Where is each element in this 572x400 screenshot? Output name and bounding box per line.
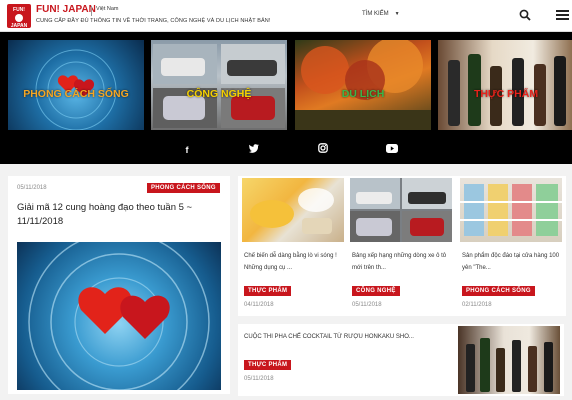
facebook-icon[interactable]: f [180,143,194,157]
article-title[interactable]: Giải mã 12 cung hoàng đạo theo tuần 5 ~ … [17,201,223,229]
language-selector[interactable]: Việt Nam [96,6,119,12]
zodiac-image [35,49,117,130]
category-badge[interactable]: THỰC PHẨM [244,360,292,370]
category-tile-technology[interactable]: CÔNG NGHỆ [151,40,287,130]
twitter-icon[interactable] [247,143,261,157]
divider [91,6,92,16]
category-badge[interactable]: CÔNG NGHỆ [352,286,400,296]
article-date: 05/11/2018 [352,302,382,308]
brand-name[interactable]: FUN! JAPAN [36,4,96,15]
site-logo[interactable]: FUN! JAPAN [7,4,31,29]
hamburger-menu-icon[interactable] [556,10,569,21]
category-label: CÔNG NGHỆ [186,88,252,100]
article-date: 05/11/2018 [17,185,47,191]
search-icon[interactable] [519,9,531,21]
search-dropdown[interactable]: TÌM KIẾM ▼ [362,11,400,17]
article-title[interactable]: Chế biến dễ dàng bằng lò vi sóng ! Những… [244,250,344,274]
article-image[interactable] [242,178,344,242]
article-card[interactable]: Chế biến dễ dàng bằng lò vi sóng ! Những… [238,176,348,316]
category-tile-lifestyle[interactable]: PHONG CÁCH SỐNG [8,40,144,130]
chevron-down-icon: ▼ [394,11,400,17]
instagram-icon[interactable] [316,143,330,157]
article-card[interactable]: Bảng xếp hạng những dòng xe ô tô mới trê… [346,176,456,316]
search-label: TÌM KIẾM [362,11,389,17]
autumn-image [295,40,431,130]
youtube-icon[interactable] [385,143,399,157]
category-label: THỰC PHẨM [473,88,539,100]
article-card[interactable]: Sản phẩm độc đáo tại cửa hàng 100 yên "T… [456,176,566,316]
article-title[interactable]: Sản phẩm độc đáo tại cửa hàng 100 yên "T… [462,250,562,274]
category-tile-travel[interactable]: DU LỊCH [295,40,431,130]
category-tile-food[interactable]: THỰC PHẨM [438,40,572,130]
article-image[interactable] [460,178,562,242]
category-label: PHONG CÁCH SỐNG [23,88,129,100]
category-banner: PHONG CÁCH SỐNG CÔNG NGHỆ DU LỊCH THỰC P… [0,32,572,164]
category-badge[interactable]: PHONG CÁCH SỐNG [462,286,535,296]
category-badge[interactable]: THỰC PHẨM [244,286,292,296]
category-badge[interactable]: PHONG CÁCH SỐNG [147,183,220,193]
article-title[interactable]: Bảng xếp hạng những dòng xe ô tô mới trê… [352,250,452,274]
article-card-wide[interactable]: CUỘC THI PHA CHẾ COCKTAIL TỪ RƯỢU HONKAK… [238,324,564,396]
article-date: 02/11/2018 [462,302,492,308]
article-date: 05/11/2018 [244,376,274,382]
cars-image [153,44,285,128]
site-header: FUN! JAPAN FUN! JAPAN Việt Nam CUNG CẤP Đ… [0,0,572,32]
sake-bottles-image [448,54,566,126]
site-tagline: CUNG CẤP ĐẦY ĐỦ THÔNG TIN VỀ THỜI TRANG,… [36,18,271,24]
article-image[interactable] [17,242,221,390]
category-label: DU LỊCH [341,88,385,100]
article-date: 04/11/2018 [244,302,274,308]
article-image[interactable] [350,178,452,242]
article-image[interactable] [458,326,560,394]
article-title[interactable]: CUỘC THI PHA CHẾ COCKTAIL TỪ RƯỢU HONKAK… [244,334,414,340]
featured-article-card[interactable]: 05/11/2018 PHONG CÁCH SỐNG Giải mã 12 cu… [8,176,230,394]
